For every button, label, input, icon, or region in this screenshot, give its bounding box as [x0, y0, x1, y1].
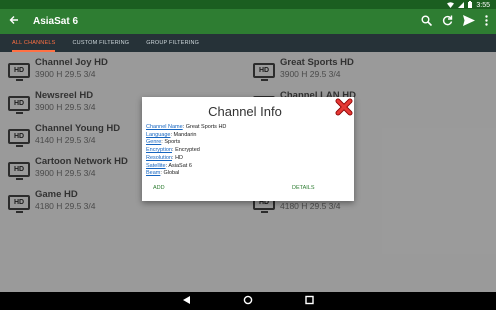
info-row: Language: Mandarin — [146, 131, 197, 138]
info-key[interactable]: Genre — [146, 139, 161, 145]
info-key[interactable]: Resolution — [146, 155, 172, 161]
info-value: Encrypted — [175, 147, 200, 154]
info-key[interactable]: Channel Name — [146, 124, 183, 130]
filter-tabs: All Channels Custom Filtering Group Filt… — [0, 34, 496, 52]
recents-nav-icon[interactable] — [305, 295, 314, 308]
info-row: Resolution: HD — [146, 154, 184, 161]
channel-info-fields: Channel Name: Great Sports HD Language: … — [146, 124, 226, 178]
info-key[interactable]: Satellite — [146, 163, 166, 169]
tab-group-filtering[interactable]: Group Filtering — [146, 34, 199, 52]
search-icon[interactable] — [421, 13, 433, 31]
status-bar: 3:55 — [0, 0, 496, 9]
info-row: Genre: Sports — [146, 139, 181, 146]
send-icon[interactable] — [463, 13, 475, 31]
info-row: Encryption: Encrypted — [146, 147, 200, 154]
info-value: HD — [175, 154, 184, 161]
info-row: Channel Name: Great Sports HD — [146, 124, 227, 130]
more-options-icon[interactable] — [485, 13, 488, 31]
page-title: AsiaSat 6 — [33, 16, 79, 27]
info-value: Sports — [164, 139, 181, 146]
details-button[interactable]: Details — [292, 185, 315, 191]
refresh-icon[interactable] — [442, 13, 453, 31]
info-key[interactable]: Beam — [146, 170, 160, 176]
info-value: Great Sports HD — [185, 124, 227, 130]
navigation-bar — [0, 292, 496, 310]
info-row: Beam: Global — [146, 170, 180, 177]
close-icon[interactable] — [335, 98, 353, 116]
tab-all-channels[interactable]: All Channels — [12, 34, 56, 52]
info-value: Mandarin — [173, 131, 197, 138]
home-nav-icon[interactable] — [243, 295, 253, 308]
status-time: 3:55 — [476, 2, 490, 9]
info-row: Satellite: AsiaSat 6 — [146, 162, 192, 169]
app-bar: AsiaSat 6 — [0, 9, 496, 34]
info-key[interactable]: Encryption — [146, 147, 172, 153]
info-key[interactable]: Language — [146, 132, 170, 138]
dialog-title: Channel Info — [208, 104, 282, 119]
back-arrow-icon[interactable] — [9, 14, 19, 28]
info-value: Global — [163, 170, 180, 177]
tab-custom-filtering[interactable]: Custom Filtering — [72, 34, 129, 52]
channel-info-dialog: Channel Info Channel Name: Great Sports … — [142, 97, 354, 201]
info-value: AsiaSat 6 — [168, 162, 192, 169]
back-nav-icon[interactable] — [182, 295, 191, 308]
add-button[interactable]: Add — [153, 185, 165, 191]
